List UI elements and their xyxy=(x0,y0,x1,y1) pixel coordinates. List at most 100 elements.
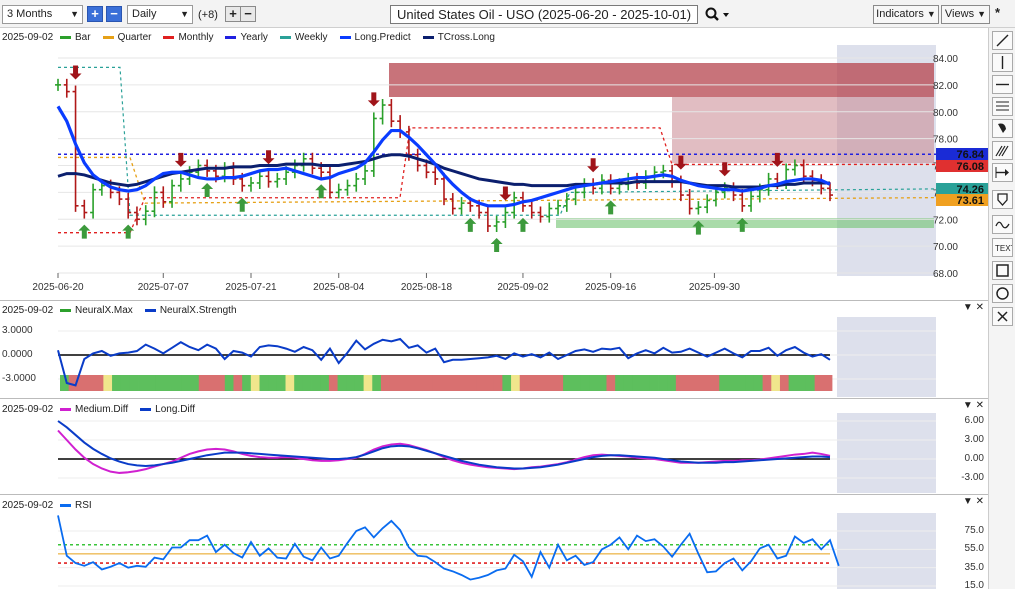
price-badge-label: 73.61 xyxy=(956,195,984,207)
neuralx-max-cell xyxy=(519,375,529,391)
neuralx-max-cell xyxy=(563,375,573,391)
neuralx-max-strip xyxy=(60,375,833,391)
legend-item[interactable]: TCross.Long xyxy=(422,31,495,43)
text-icon: TEXT xyxy=(995,244,1015,253)
zoom-in-button[interactable]: + xyxy=(87,6,103,22)
collapse-chevron-down-icon[interactable]: ▼ xyxy=(963,302,973,313)
neuralx-max-cell xyxy=(120,375,130,391)
interval-chevron-down-icon: ▼ xyxy=(180,9,189,19)
neuralx-max-cell xyxy=(771,375,781,391)
ellipse-tool-button[interactable] xyxy=(992,284,1013,303)
search-button[interactable] xyxy=(704,7,730,23)
neuralx-max-cell xyxy=(727,375,737,391)
price-badge-label: 76.84 xyxy=(956,149,984,161)
neuralx-max-cell xyxy=(701,375,711,391)
brush-tool-button[interactable] xyxy=(992,119,1013,138)
diff-panel[interactable]: 2025-09-02 Medium.Diff Long.Diff 6.00 3.00… xyxy=(0,398,988,494)
legend-item[interactable]: NeuralX.Max xyxy=(60,304,133,316)
neuralx-max-cell xyxy=(86,375,96,391)
delete-drawings-button[interactable] xyxy=(992,307,1013,326)
circle-icon xyxy=(996,287,1009,300)
legend-item[interactable]: Bar xyxy=(60,31,91,43)
neuralx-max-cell xyxy=(112,375,122,391)
settings-star-icon[interactable]: * xyxy=(995,5,1000,20)
crosshair-tool-button[interactable] xyxy=(992,163,1013,182)
fibonacci-tool-button[interactable] xyxy=(992,97,1013,116)
views-label: Views xyxy=(944,8,975,20)
period-select[interactable]: 3 Months ▼ xyxy=(2,5,83,24)
neuralx-max-cell xyxy=(693,375,703,391)
axis-tick-label: 3.00 xyxy=(964,434,984,445)
legend-swatch xyxy=(422,35,434,39)
legend-swatch xyxy=(140,407,152,411)
legend-item[interactable]: RSI xyxy=(60,499,92,511)
wave-icon xyxy=(995,221,1010,229)
price-tick-label: 70.00 xyxy=(933,242,958,253)
neuralx-max-cell xyxy=(632,375,642,391)
price-panel[interactable]: 84.0082.0080.0078.0076.0074.0072.0070.00… xyxy=(0,28,988,300)
collapse-chevron-down-icon[interactable]: ▼ xyxy=(963,400,973,411)
neuralx-max-cell xyxy=(224,375,234,391)
shield-tool-button[interactable] xyxy=(992,190,1013,209)
close-panel-icon[interactable]: ✕ xyxy=(976,400,984,411)
indicators-button[interactable]: Indicators ▼ xyxy=(873,5,939,24)
neuralx-max-cell xyxy=(103,375,113,391)
remove-overlay-button[interactable]: − xyxy=(240,6,256,22)
horizontal-line-tool-button[interactable] xyxy=(992,75,1013,94)
neuralx-panel-date: 2025-09-02 xyxy=(2,305,54,316)
neuralx-max-cell xyxy=(736,375,746,391)
rectangle-icon xyxy=(996,264,1009,277)
collapse-chevron-down-icon[interactable]: ▼ xyxy=(963,496,973,507)
neuralx-max-cell xyxy=(476,375,486,391)
zoom-out-button[interactable]: − xyxy=(106,6,122,22)
neuralx-legend: NeuralX.Max NeuralX.Strength xyxy=(60,304,249,316)
legend-item[interactable]: Weekly xyxy=(279,31,328,43)
close-panel-icon[interactable]: ✕ xyxy=(976,302,984,313)
legend-item[interactable]: Long.Predict xyxy=(339,31,411,43)
symbol-title-field[interactable]: United States Oil - USO (2025-06-20 - 20… xyxy=(390,5,698,24)
legend-item[interactable]: Quarter xyxy=(102,31,151,43)
neuralx-max-cell xyxy=(380,375,391,391)
neuralx-max-cell xyxy=(259,375,269,391)
neuralx-max-cell xyxy=(311,375,321,391)
neuralx-max-cell xyxy=(493,375,503,391)
legend-swatch xyxy=(60,35,71,39)
pitchfork-tool-button[interactable] xyxy=(992,141,1013,160)
neuralx-max-cell xyxy=(537,375,547,391)
neuralx-panel[interactable]: 2025-09-02 NeuralX.Max NeuralX.Strength 3… xyxy=(0,300,988,398)
neuralx-max-cell xyxy=(285,375,295,391)
trendline-tool-button[interactable] xyxy=(992,31,1013,50)
vertical-line-tool-button[interactable] xyxy=(992,53,1013,72)
close-panel-icon[interactable]: ✕ xyxy=(976,496,984,507)
price-tick-label: 82.00 xyxy=(933,81,958,92)
overlay-count: (+8) xyxy=(198,9,218,21)
legend-item[interactable]: NeuralX.Strength xyxy=(144,304,237,316)
neuralx-max-cell xyxy=(485,375,495,391)
rsi-panel[interactable]: 2025-09-02 RSI 75.0 55.0 35.0 15.0 ▼ ✕ xyxy=(0,494,988,589)
legend-item[interactable]: Monthly xyxy=(163,31,213,43)
add-overlay-button[interactable]: + xyxy=(225,6,241,22)
neuralx-max-cell xyxy=(597,375,607,391)
views-button[interactable]: Views ▼ xyxy=(941,5,990,24)
neuralx-max-cell xyxy=(450,375,460,391)
legend-item[interactable]: Medium.Diff xyxy=(60,403,128,415)
legend-item[interactable]: Long.Diff xyxy=(140,403,195,415)
resistance-zone-lower xyxy=(672,97,934,163)
rectangle-tool-button[interactable] xyxy=(992,261,1013,280)
neuralx-max-cell xyxy=(164,375,174,391)
neuralx-max-cell xyxy=(623,375,633,391)
rsi-chart[interactable] xyxy=(0,495,988,589)
neuralx-max-cell xyxy=(268,375,278,391)
price-level-badges: 76.8476.0874.2673.61 xyxy=(936,148,988,207)
legend-item[interactable]: Yearly xyxy=(225,31,268,43)
neuralx-max-cell xyxy=(94,375,104,391)
neuralx-max-cell xyxy=(719,375,729,391)
price-chart[interactable]: 84.0082.0080.0078.0076.0074.0072.0070.00… xyxy=(0,28,988,300)
wave-tool-button[interactable] xyxy=(992,215,1013,234)
text-tool-button[interactable]: TEXT xyxy=(992,238,1015,257)
vertical-line-icon xyxy=(1001,56,1004,69)
legend-swatch xyxy=(225,35,237,39)
views-chevron-down-icon: ▼ xyxy=(977,9,987,19)
trendline-icon xyxy=(996,34,1009,47)
interval-select[interactable]: Daily ▼ xyxy=(127,5,193,24)
